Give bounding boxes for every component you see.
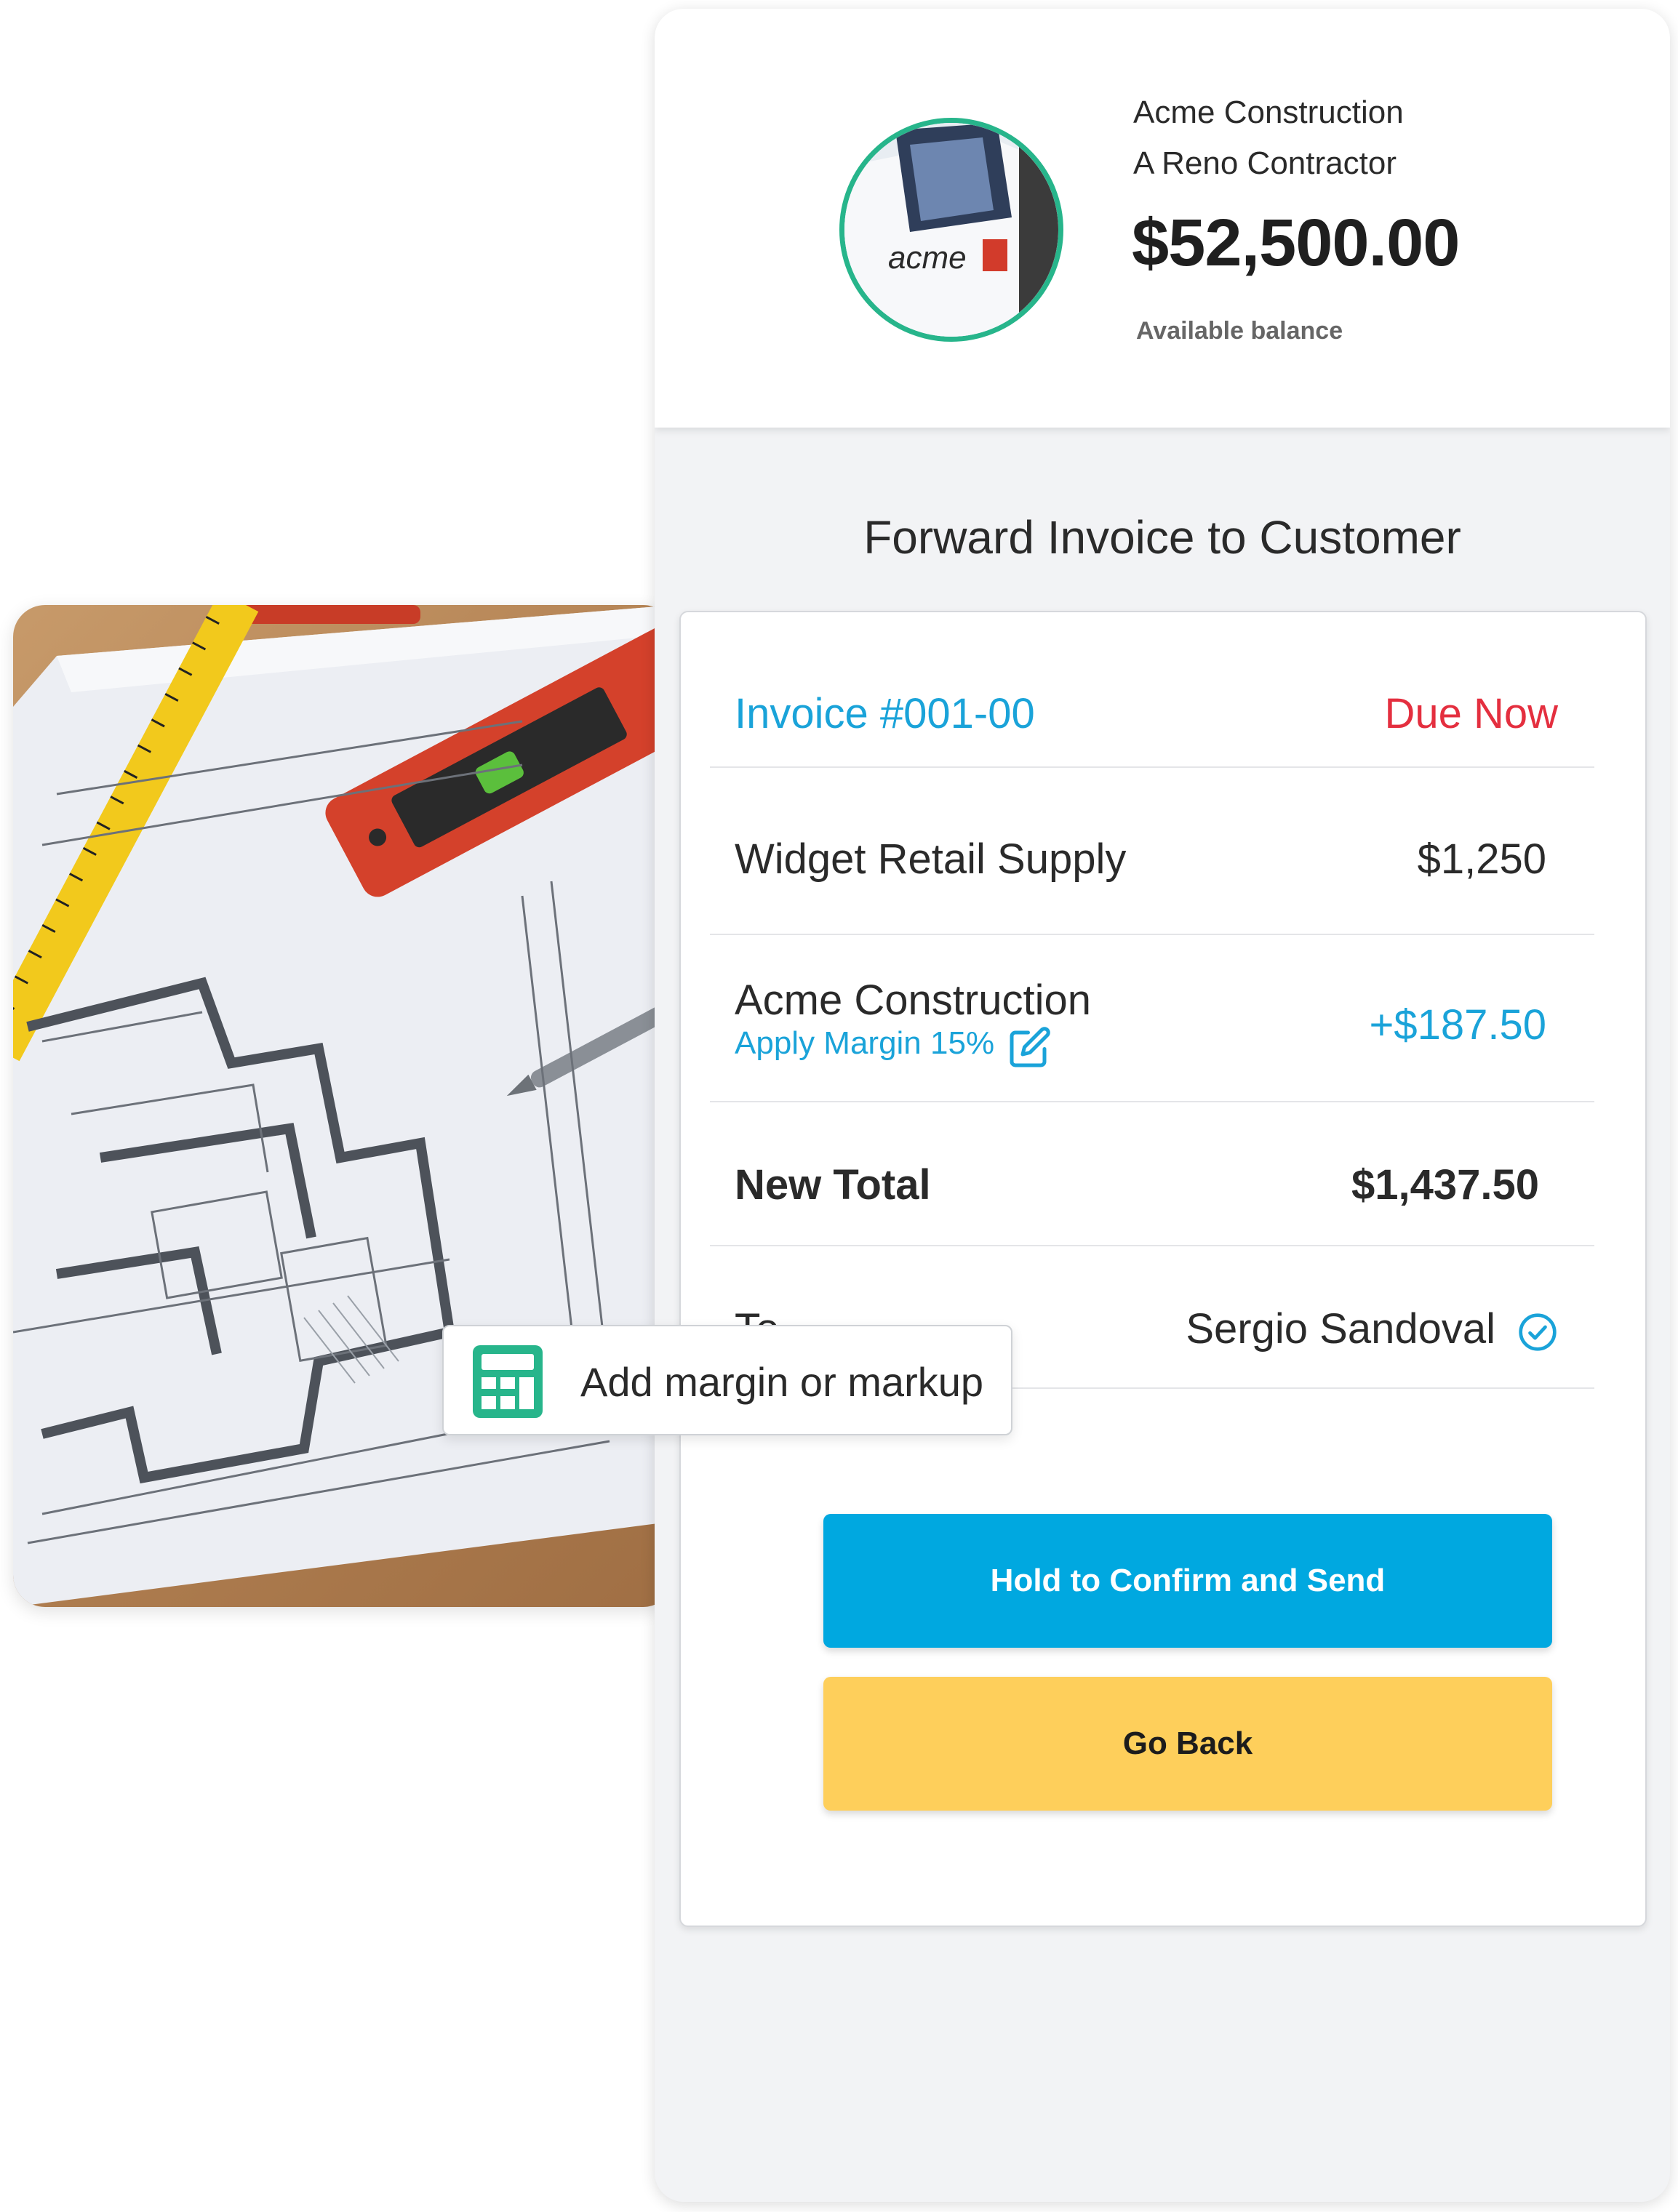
row-divider — [710, 766, 1594, 768]
apply-margin-link[interactable]: Apply Margin 15% — [735, 1025, 994, 1062]
row-divider — [710, 934, 1594, 935]
row-divider — [710, 1245, 1594, 1246]
account-header: acme Acme Construction A Reno Contractor… — [655, 9, 1670, 428]
blueprint-photo — [13, 605, 675, 1607]
edit-pencil-icon[interactable] — [1008, 1025, 1052, 1069]
go-back-button[interactable]: Go Back — [823, 1677, 1552, 1811]
svg-text:acme: acme — [888, 240, 967, 276]
check-circle-icon — [1519, 1313, 1557, 1351]
hold-to-confirm-button[interactable]: Hold to Confirm and Send — [823, 1514, 1552, 1648]
company-name: Acme Construction — [1133, 95, 1404, 130]
line-item-label: Acme Construction — [735, 977, 1091, 1024]
page-title: Forward Invoice to Customer — [863, 511, 1461, 564]
new-total-value: $1,437.50 — [1351, 1161, 1539, 1209]
new-total-label: New Total — [735, 1161, 931, 1209]
company-subtitle: A Reno Contractor — [1133, 145, 1397, 181]
available-balance-amount: $52,500.00 — [1132, 206, 1460, 280]
line-item-label: Widget Retail Supply — [735, 835, 1127, 883]
invoice-card: Invoice #001-00 Due Now Widget Retail Su… — [679, 611, 1647, 1927]
feature-callout: Add margin or markup — [442, 1325, 1012, 1435]
margin-amount: +$187.50 — [1369, 1001, 1546, 1049]
recipient-name: Sergio Sandoval — [1186, 1305, 1495, 1353]
company-avatar: acme — [839, 118, 1063, 342]
row-divider — [710, 1101, 1594, 1102]
calculator-icon — [473, 1345, 543, 1418]
available-balance-label: Available balance — [1136, 317, 1343, 345]
feature-callout-label: Add margin or markup — [580, 1359, 984, 1405]
line-item-value: $1,250 — [1417, 835, 1546, 883]
invoice-status: Due Now — [1384, 690, 1558, 737]
phone-panel: acme Acme Construction A Reno Contractor… — [655, 9, 1670, 2202]
invoice-number[interactable]: Invoice #001-00 — [735, 689, 1035, 738]
